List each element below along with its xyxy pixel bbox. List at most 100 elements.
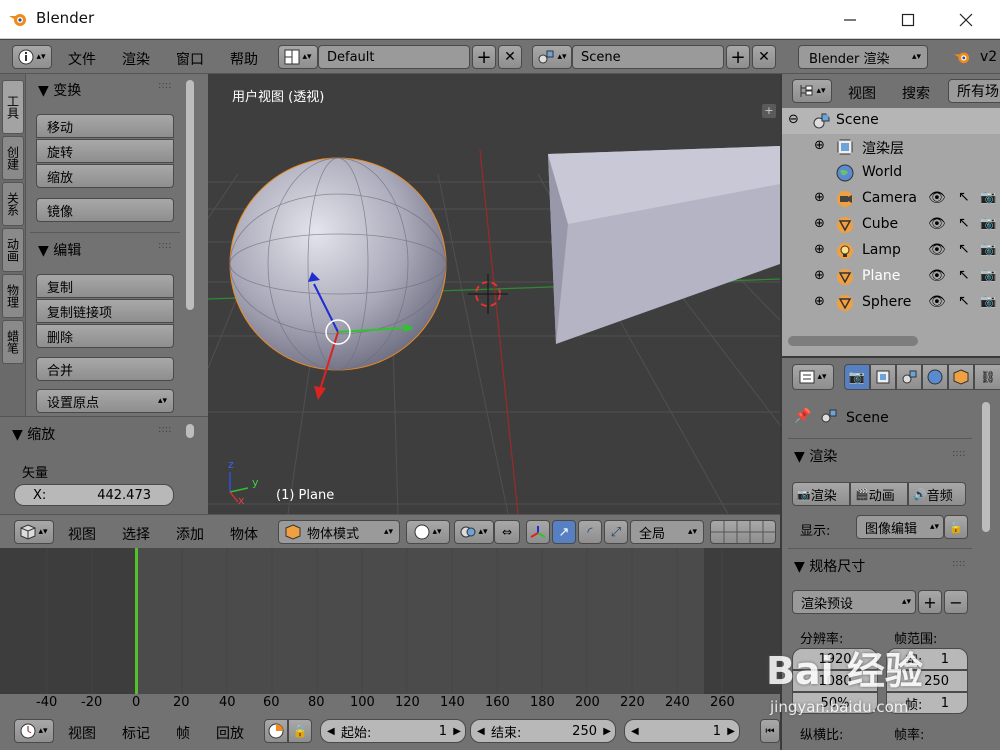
render-camera-icon[interactable]: 📷 — [980, 294, 996, 309]
tab-animation[interactable]: 动画 — [2, 228, 24, 272]
scale-manipulator-button[interactable]: ⤢ — [604, 520, 628, 544]
layers-grid[interactable] — [710, 520, 776, 544]
menu-file[interactable]: 文件 — [68, 49, 96, 69]
scene-selector[interactable]: ▴▾ — [532, 45, 572, 69]
frame-step-field[interactable]: 帧: 1 — [886, 692, 968, 714]
outliner-row-plane[interactable]: ⊕ Plane 👁 ↖ 📷 — [782, 264, 1000, 290]
editor-type-button[interactable]: ▴▾ — [792, 364, 834, 390]
maximize-button[interactable] — [880, 0, 936, 39]
select-cursor-icon[interactable]: ↖ — [958, 215, 970, 231]
set-origin-dropdown[interactable]: 设置原点 ▴▾ — [36, 389, 174, 413]
resolution-y-field[interactable]: 1080 — [792, 670, 878, 692]
keyframe-type-button[interactable] — [264, 719, 288, 743]
tab-scene[interactable] — [896, 364, 922, 390]
timeline-ruler[interactable]: -40 -20 0 20 40 60 80 100 120 140 160 18… — [0, 694, 780, 712]
manipulator-toggle[interactable] — [526, 520, 550, 544]
properties-scrollbar[interactable] — [982, 402, 990, 532]
menu-select[interactable]: 选择 — [122, 524, 150, 544]
lock-button[interactable]: 🔒 — [288, 719, 312, 743]
scale-button[interactable]: 缩放 — [36, 164, 174, 188]
drag-handle-icon[interactable]: :::: — [952, 448, 965, 459]
3d-viewport[interactable]: z y x 用户视图 (透视) (1) Plane + — [208, 74, 780, 514]
remove-preset-button[interactable]: − — [944, 590, 968, 614]
expand-icon[interactable]: ⊕ — [814, 268, 825, 283]
render-camera-icon[interactable]: 📷 — [980, 242, 996, 257]
editor-type-button[interactable]: ▴▾ — [792, 79, 832, 103]
expand-icon[interactable]: ⊕ — [814, 190, 825, 205]
expand-icon[interactable]: ⊕ — [814, 216, 825, 231]
drag-handle-icon[interactable]: :::: — [158, 80, 171, 91]
tab-tools[interactable]: 工具 — [2, 80, 24, 134]
menu-frame[interactable]: 帧 — [176, 723, 190, 743]
screen-layout-selector[interactable]: ▴▾ — [278, 45, 318, 69]
scale-panel-header[interactable]: ▼ 缩放 — [12, 424, 55, 444]
outliner-row-lamp[interactable]: ⊕ Lamp 👁 ↖ 📷 — [782, 238, 1000, 264]
timeline-area[interactable] — [0, 548, 780, 696]
delete-scene-button[interactable]: ✕ — [752, 45, 776, 69]
menu-view[interactable]: 视图 — [68, 524, 96, 544]
start-frame-field[interactable]: ◀ 起始: 1 ▶ — [320, 719, 466, 743]
render-camera-icon[interactable]: 📷 — [980, 268, 996, 283]
render-camera-icon[interactable]: 📷 — [980, 190, 996, 205]
collapse-icon[interactable]: ⊖ — [788, 112, 799, 127]
tab-create[interactable]: 创建 — [2, 136, 24, 180]
select-cursor-icon[interactable]: ↖ — [958, 267, 970, 283]
render-panel-header[interactable]: ▼ 渲染 — [794, 446, 837, 466]
outliner-h-scrollbar[interactable] — [788, 336, 918, 346]
outliner-row-sphere[interactable]: ⊕ Sphere 👁 ↖ 📷 — [782, 290, 1000, 316]
frame-end-field[interactable]: 250 — [886, 670, 968, 692]
scene-name-field[interactable]: Scene — [572, 45, 724, 69]
edit-panel-header[interactable]: ▼ 编辑 — [38, 240, 81, 260]
frame-start-field[interactable]: 起: 1 — [886, 648, 968, 670]
menu-marker[interactable]: 标记 — [122, 723, 150, 743]
outliner-row-camera[interactable]: ⊕ Camera 👁 ↖ 📷 — [782, 186, 1000, 212]
current-frame-indicator[interactable] — [135, 548, 138, 696]
menu-help[interactable]: 帮助 — [230, 49, 258, 69]
menu-add[interactable]: 添加 — [176, 524, 204, 544]
operator-scrollbar[interactable] — [186, 424, 194, 438]
delete-button[interactable]: 删除 — [36, 324, 174, 348]
vector-x-field[interactable]: X: 442.473 — [14, 484, 174, 506]
outliner-row-world[interactable]: World — [782, 160, 1000, 186]
render-camera-icon[interactable]: 📷 — [980, 216, 996, 231]
translate-manipulator-button[interactable]: ↗ — [552, 520, 576, 544]
display-mode-selector[interactable]: 所有场 — [948, 79, 1000, 103]
outliner-row-cube[interactable]: ⊕ Cube 👁 ↖ 📷 — [782, 212, 1000, 238]
editor-type-button[interactable]: ▴▾ — [14, 719, 54, 743]
tab-relations[interactable]: 关系 — [2, 182, 24, 226]
close-button[interactable] — [938, 0, 994, 39]
render-audio-button[interactable]: 🔊 音频 — [908, 482, 966, 506]
duplicate-linked-button[interactable]: 复制链接项 — [36, 299, 174, 323]
eye-icon[interactable]: 👁 — [928, 216, 946, 232]
outliner-row-scene[interactable]: ⊖ Scene — [782, 108, 1000, 134]
rotate-button[interactable]: 旋转 — [36, 139, 174, 163]
eye-icon[interactable]: 👁 — [928, 268, 946, 284]
tab-render[interactable]: 📷 — [844, 364, 870, 390]
add-screen-button[interactable]: + — [472, 45, 496, 69]
tab-object[interactable] — [948, 364, 974, 390]
transform-panel-header[interactable]: ▼ 变换 — [38, 80, 81, 100]
resolution-x-field[interactable]: 1920 — [792, 648, 878, 670]
outliner-row-render-layers[interactable]: ⊕ 渲染层 — [782, 134, 1000, 160]
menu-playback[interactable]: 回放 — [216, 723, 244, 743]
tab-grease-pencil[interactable]: 蜡笔 — [2, 320, 24, 364]
expand-icon[interactable]: ⊕ — [814, 138, 825, 153]
eye-icon[interactable]: 👁 — [928, 242, 946, 258]
expand-icon[interactable]: ⊕ — [814, 242, 825, 257]
move-button[interactable]: 移动 — [36, 114, 174, 138]
end-frame-field[interactable]: ◀ 结束: 250 ▶ — [470, 719, 616, 743]
render-engine-selector[interactable]: Blender 渲染 ▴▾ — [798, 45, 928, 69]
eye-icon[interactable]: 👁 — [928, 294, 946, 310]
editor-type-button[interactable]: ▴▾ — [14, 520, 54, 544]
tab-world[interactable] — [922, 364, 948, 390]
manipulate-center-button[interactable]: ⇔ — [494, 520, 520, 544]
drag-handle-icon[interactable]: :::: — [158, 240, 171, 251]
expand-icon[interactable]: ⊕ — [814, 294, 825, 309]
menu-outliner-view[interactable]: 视图 — [848, 83, 876, 103]
eye-icon[interactable]: 👁 — [928, 190, 946, 206]
render-preset-selector[interactable]: 渲染预设 ▴▾ — [792, 590, 916, 614]
mirror-button[interactable]: 镜像 — [36, 198, 174, 222]
shelf-scrollbar[interactable] — [186, 80, 194, 310]
drag-handle-icon[interactable]: :::: — [952, 558, 965, 569]
dimensions-panel-header[interactable]: ▼ 规格尺寸 — [794, 556, 865, 576]
